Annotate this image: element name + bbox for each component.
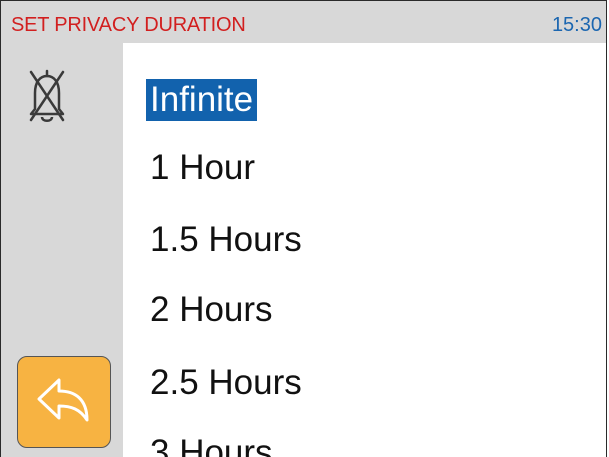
duration-option-1-5-hours[interactable]: 1.5 Hours — [146, 219, 306, 261]
page-title: SET PRIVACY DURATION — [11, 14, 246, 36]
bell-off-icon — [23, 67, 71, 125]
duration-option-3-hours[interactable]: 3 Hours — [146, 432, 277, 457]
duration-option-infinite[interactable]: Infinite — [146, 79, 258, 121]
duration-option-2-hours[interactable]: 2 Hours — [146, 289, 277, 331]
duration-option-2-5-hours[interactable]: 2.5 Hours — [146, 362, 306, 404]
back-button[interactable] — [17, 356, 111, 448]
duration-list: Infinite 1 Hour 1.5 Hours 2 Hours 2.5 Ho… — [123, 43, 606, 457]
privacy-duration-screen: SET PRIVACY DURATION 15:30 Infinite 1 Ho… — [0, 0, 607, 457]
clock: 15:30 — [551, 14, 602, 36]
duration-option-1-hour[interactable]: 1 Hour — [146, 147, 259, 189]
sidebar — [1, 43, 123, 457]
title-bar: SET PRIVACY DURATION 15:30 — [1, 1, 606, 43]
back-arrow-icon — [37, 378, 89, 422]
